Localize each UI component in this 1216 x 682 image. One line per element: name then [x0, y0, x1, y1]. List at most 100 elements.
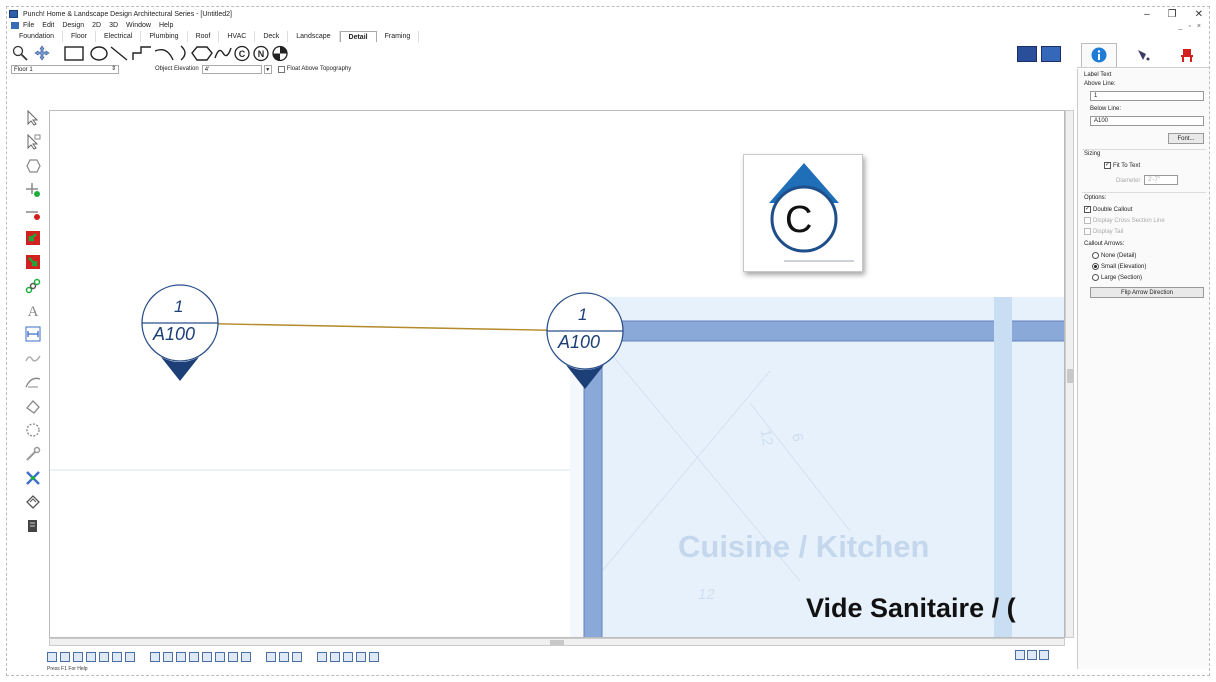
multi-select-icon[interactable]: [22, 131, 44, 153]
distribute-icon[interactable]: [99, 652, 109, 662]
align-bottom-icon[interactable]: [176, 652, 186, 662]
resize-green-icon[interactable]: [22, 227, 44, 249]
floor-select[interactable]: Floor 1 ⇕: [11, 64, 119, 74]
tab-deck[interactable]: Deck: [255, 31, 289, 42]
restore-button[interactable]: ❐: [1168, 9, 1177, 20]
rotate-icon[interactable]: [317, 652, 327, 662]
lasso-icon[interactable]: [22, 419, 44, 441]
measure-icon[interactable]: [22, 491, 44, 513]
plan-view-button[interactable]: [1017, 46, 1037, 62]
elevation-dropdown-icon[interactable]: ▼: [263, 64, 272, 74]
zoom-icon[interactable]: [11, 44, 29, 62]
same-size-icon[interactable]: [215, 652, 225, 662]
align-center-icon[interactable]: [60, 652, 70, 662]
vertical-scrollbar[interactable]: [1065, 110, 1074, 638]
tab-plumbing[interactable]: Plumbing: [141, 31, 188, 42]
tab-hvac[interactable]: HVAC: [219, 31, 256, 42]
drawing-canvas[interactable]: 1 A100 1 A100 12 6 12 Cuisine / Kitchen …: [49, 110, 1065, 638]
room-name-2[interactable]: Vide Sanitaire / (: [806, 593, 1016, 624]
ungroup-icon[interactable]: [279, 652, 289, 662]
group-icon[interactable]: [266, 652, 276, 662]
doc-restore-button[interactable]: ▫: [1188, 23, 1190, 30]
center-h-icon[interactable]: [228, 652, 238, 662]
select-arrow-icon[interactable]: [22, 107, 44, 129]
horizontal-scrollbar[interactable]: [49, 638, 1065, 646]
below-line-input[interactable]: A100: [1090, 116, 1204, 126]
callout-2-top[interactable]: 1: [578, 305, 587, 325]
display-cross-box[interactable]: [1084, 217, 1091, 224]
flip-icon[interactable]: [330, 652, 340, 662]
vertical-scroll-thumb[interactable]: [1067, 369, 1073, 383]
diameter-input[interactable]: 2'-7": [1144, 175, 1178, 185]
view-split-icon[interactable]: [1027, 650, 1037, 660]
align-top-icon[interactable]: [150, 652, 160, 662]
display-tail-checkbox[interactable]: Display Tail: [1084, 228, 1123, 235]
room-name[interactable]: Cuisine / Kitchen: [678, 529, 929, 565]
lock-icon[interactable]: [292, 652, 302, 662]
globe-icon[interactable]: [86, 652, 96, 662]
menu-design[interactable]: Design: [62, 22, 84, 29]
fit-to-text-checkbox[interactable]: ✓ Fit To Text: [1104, 162, 1140, 169]
above-line-input[interactable]: 1: [1090, 91, 1204, 101]
display-cross-checkbox[interactable]: Display Cross Section Line: [1084, 217, 1165, 224]
spline-icon[interactable]: [22, 371, 44, 393]
menu-edit[interactable]: Edit: [42, 22, 54, 29]
tab-floor[interactable]: Floor: [63, 31, 96, 42]
floor-spinner-icon[interactable]: ⇕: [111, 65, 116, 73]
arrow-small-radio[interactable]: Small (Elevation): [1092, 263, 1146, 270]
callout-2-bottom[interactable]: A100: [558, 332, 600, 353]
eraser-icon[interactable]: [22, 395, 44, 417]
text-tool-icon[interactable]: A: [22, 299, 44, 321]
pan-icon[interactable]: [33, 44, 51, 62]
dimension-icon[interactable]: [22, 323, 44, 345]
arrange-icon[interactable]: [369, 652, 379, 662]
tab-furniture[interactable]: [1169, 43, 1205, 67]
align-right-icon[interactable]: [73, 652, 83, 662]
callout-1-top[interactable]: 1: [174, 297, 183, 317]
order-icon[interactable]: [356, 652, 366, 662]
flip-arrow-button[interactable]: Flip Arrow Direction: [1090, 287, 1204, 298]
tab-foundation[interactable]: Foundation: [11, 31, 64, 42]
tab-paint[interactable]: [1125, 43, 1161, 67]
menu-3d[interactable]: 3D: [109, 22, 118, 29]
space-h-icon[interactable]: [112, 652, 122, 662]
doc-close-button[interactable]: ×: [1197, 23, 1201, 30]
add-point-icon[interactable]: [22, 179, 44, 201]
arrow-none-dot[interactable]: [1092, 252, 1099, 259]
tab-info[interactable]: [1081, 42, 1117, 67]
same-height-icon[interactable]: [202, 652, 212, 662]
tab-framing[interactable]: Framing: [377, 31, 420, 42]
double-callout-box[interactable]: ✓: [1084, 206, 1091, 213]
menu-file[interactable]: File: [23, 22, 34, 29]
float-checkbox[interactable]: [277, 65, 285, 73]
font-button[interactable]: Font...: [1168, 133, 1204, 144]
arrow-large-radio[interactable]: Large (Section): [1092, 274, 1142, 281]
tab-landscape[interactable]: Landscape: [288, 31, 340, 42]
fit-to-text-box[interactable]: ✓: [1104, 162, 1111, 169]
elevation-input[interactable]: 4': [201, 64, 262, 74]
minimize-button[interactable]: –: [1144, 9, 1150, 20]
space-v-icon[interactable]: [125, 652, 135, 662]
align-middle-icon[interactable]: [163, 652, 173, 662]
mirror-icon[interactable]: [343, 652, 353, 662]
remove-point-icon[interactable]: [22, 203, 44, 225]
tab-detail[interactable]: Detail: [339, 31, 377, 42]
wrench-icon[interactable]: [22, 443, 44, 465]
arrow-large-dot[interactable]: [1092, 274, 1099, 281]
freehand-icon[interactable]: [22, 347, 44, 369]
display-tail-box[interactable]: [1084, 228, 1091, 235]
resize-arrow-icon[interactable]: [22, 251, 44, 273]
book-icon[interactable]: [22, 515, 44, 537]
polygon-select-icon[interactable]: [22, 155, 44, 177]
arrow-small-dot[interactable]: [1092, 263, 1099, 270]
view-quad-icon[interactable]: [1039, 650, 1049, 660]
chain-icon[interactable]: [22, 275, 44, 297]
callout-1-bottom[interactable]: A100: [153, 324, 195, 345]
view-single-icon[interactable]: [1015, 650, 1025, 660]
align-left-icon[interactable]: [47, 652, 57, 662]
menu-window[interactable]: Window: [126, 22, 151, 29]
explode-icon[interactable]: [22, 467, 44, 489]
double-callout-checkbox[interactable]: ✓ Double Callout: [1084, 206, 1132, 213]
menu-2d[interactable]: 2D: [92, 22, 101, 29]
center-v-icon[interactable]: [241, 652, 251, 662]
